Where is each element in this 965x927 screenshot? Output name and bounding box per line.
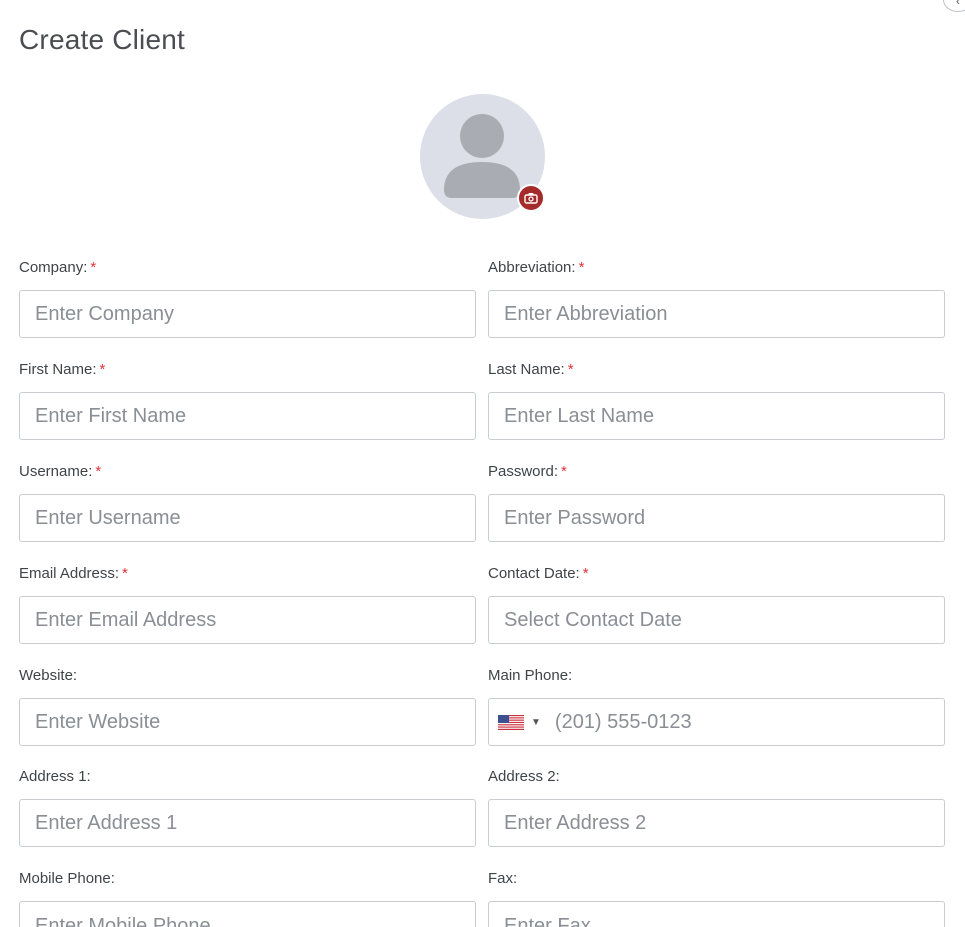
placeholder: Enter Fax <box>504 915 591 927</box>
create-client-page: ‹ Create Client Company: * Enter Company … <box>0 0 965 927</box>
required-marker: * <box>582 565 589 582</box>
placeholder: Enter Password <box>504 506 646 529</box>
fax-field: Fax: Enter Fax <box>488 869 945 927</box>
email-input[interactable]: Enter Email Address <box>19 596 476 644</box>
avatar-upload <box>420 94 546 220</box>
address1-label: Address 1: <box>19 768 91 785</box>
address2-field: Address 2: Enter Address 2 <box>488 767 945 847</box>
abbreviation-field: Abbreviation: * Enter Abbreviation <box>488 258 945 338</box>
username-input[interactable]: Enter Username <box>19 494 476 542</box>
placeholder: Enter Username <box>35 506 181 529</box>
placeholder: Enter Last Name <box>504 404 655 427</box>
page-title: Create Client <box>19 24 186 55</box>
email-label: Email Address: * <box>19 565 128 582</box>
us-flag-icon <box>498 714 524 730</box>
placeholder: Enter Address 2 <box>504 811 647 834</box>
password-input[interactable]: Enter Password <box>488 494 945 542</box>
mobile-phone-label: Mobile Phone: <box>19 870 115 887</box>
mobile-phone-input[interactable]: Enter Mobile Phone <box>19 901 476 927</box>
first-name-field: First Name: * Enter First Name <box>19 360 476 440</box>
username-label: Username: * <box>19 463 102 480</box>
password-label: Password: * <box>488 463 567 480</box>
placeholder: Enter Address 1 <box>35 811 178 834</box>
contact-date-picker[interactable]: Select Contact Date <box>488 596 945 644</box>
country-selector[interactable]: ▼ <box>498 714 541 730</box>
required-marker: * <box>99 361 106 378</box>
camera-icon[interactable] <box>517 184 545 212</box>
main-phone-field: Main Phone: ▼ (201) 555-0123 <box>488 666 945 746</box>
required-marker: * <box>122 565 128 582</box>
mobile-phone-field: Mobile Phone: Enter Mobile Phone <box>19 869 476 927</box>
abbreviation-label: Abbreviation: * <box>488 259 585 276</box>
required-marker: * <box>95 463 102 480</box>
first-name-label: First Name: * <box>19 361 106 378</box>
company-field: Company: * Enter Company <box>19 258 476 338</box>
required-marker: * <box>561 463 567 480</box>
password-field: Password: * Enter Password <box>488 462 945 542</box>
last-name-label: Last Name: * <box>488 361 574 378</box>
placeholder: (201) 555-0123 <box>554 710 692 733</box>
placeholder: Enter Mobile Phone <box>35 915 211 927</box>
fax-label: Fax: <box>488 870 518 887</box>
contact-date-field: Contact Date: * Select Contact Date <box>488 564 945 644</box>
required-marker: * <box>578 259 585 276</box>
website-input[interactable]: Enter Website <box>19 698 476 746</box>
main-phone-input[interactable]: ▼ (201) 555-0123 <box>488 698 945 746</box>
company-label: Company: * <box>19 259 97 276</box>
placeholder: Enter Email Address <box>35 608 217 631</box>
chevron-icon: ‹ <box>956 0 960 8</box>
placeholder: Enter Abbreviation <box>504 302 668 325</box>
username-field: Username: * Enter Username <box>19 462 476 542</box>
placeholder: Enter First Name <box>35 404 187 427</box>
address2-label: Address 2: <box>488 768 560 785</box>
last-name-input[interactable]: Enter Last Name <box>488 392 945 440</box>
required-marker: * <box>567 361 574 378</box>
caret-down-icon: ▼ <box>531 716 541 728</box>
placeholder: Enter Company <box>35 302 174 325</box>
contact-date-label: Contact Date: * <box>488 565 589 582</box>
website-field: Website: Enter Website <box>19 666 476 746</box>
address1-field: Address 1: Enter Address 1 <box>19 767 476 847</box>
email-field: Email Address: * Enter Email Address <box>19 564 476 644</box>
main-phone-label: Main Phone: <box>488 667 573 684</box>
address1-input[interactable]: Enter Address 1 <box>19 799 476 847</box>
placeholder: Enter Website <box>35 710 161 733</box>
abbreviation-input[interactable]: Enter Abbreviation <box>488 290 945 338</box>
fax-input[interactable]: Enter Fax <box>488 901 945 927</box>
first-name-input[interactable]: Enter First Name <box>19 392 476 440</box>
company-input[interactable]: Enter Company <box>19 290 476 338</box>
close-button[interactable]: ‹ <box>943 0 965 12</box>
last-name-field: Last Name: * Enter Last Name <box>488 360 945 440</box>
required-marker: * <box>90 259 97 276</box>
website-label: Website: <box>19 667 78 684</box>
address2-input[interactable]: Enter Address 2 <box>488 799 945 847</box>
placeholder: Select Contact Date <box>504 608 682 631</box>
